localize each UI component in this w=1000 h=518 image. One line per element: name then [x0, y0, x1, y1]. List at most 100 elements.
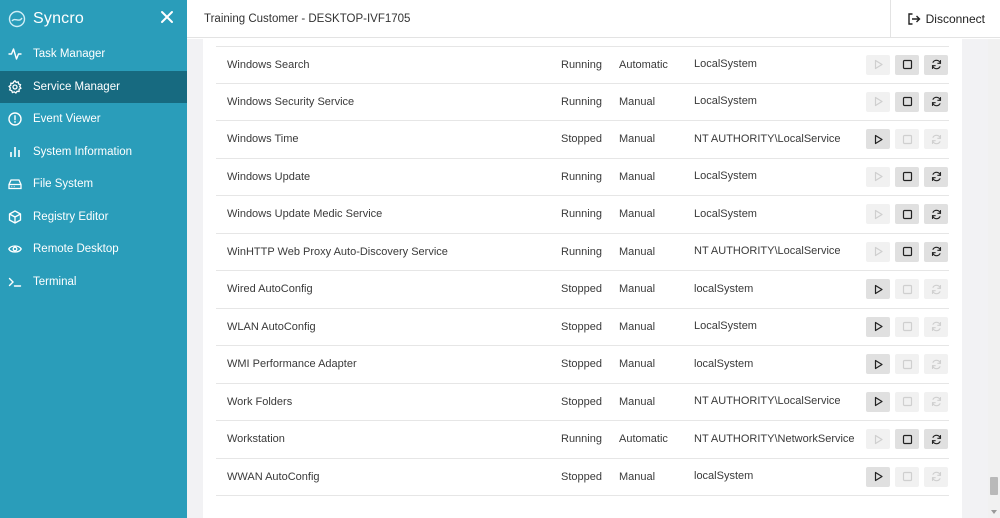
scrollbar[interactable]: [988, 39, 1000, 518]
sidebar-item-task-manager[interactable]: Task Manager: [0, 38, 187, 71]
scroll-down-arrow-icon[interactable]: [990, 508, 998, 516]
gear-icon: [7, 79, 23, 95]
service-startup-type: Automatic: [619, 433, 668, 446]
stop-service-button[interactable]: [895, 54, 919, 75]
scroll-thumb[interactable]: [990, 477, 998, 495]
close-icon[interactable]: [159, 9, 175, 25]
start-service-button[interactable]: [866, 316, 890, 337]
service-actions: [866, 354, 948, 375]
hard-drive-icon: [7, 176, 23, 192]
restart-service-button[interactable]: [924, 466, 948, 487]
restart-icon: [931, 359, 942, 370]
sidebar-item-terminal[interactable]: Terminal: [0, 266, 187, 299]
play-icon: [873, 396, 884, 407]
table-row: Wired AutoConfig Stopped Manual localSystem: [216, 271, 949, 309]
stop-icon: [902, 96, 913, 107]
restart-service-button[interactable]: [924, 54, 948, 75]
start-service-button[interactable]: [866, 204, 890, 225]
disconnect-button[interactable]: Disconnect: [889, 0, 1000, 38]
service-status: Stopped: [561, 283, 602, 296]
service-status: Running: [561, 170, 602, 183]
play-icon: [873, 209, 884, 220]
stop-icon: [902, 321, 913, 332]
service-logon-account: LocalSystem: [694, 95, 757, 107]
service-status: Stopped: [561, 395, 602, 408]
restart-service-button[interactable]: [924, 429, 948, 450]
start-service-button[interactable]: [866, 466, 890, 487]
stop-service-button[interactable]: [895, 241, 919, 262]
sidebar-item-remote-desktop[interactable]: Remote Desktop: [0, 233, 187, 266]
table-row: WinHTTP Web Proxy Auto-Discovery Service…: [216, 234, 949, 271]
service-actions: [866, 391, 948, 412]
start-service-button[interactable]: [866, 391, 890, 412]
stop-service-button[interactable]: [895, 129, 919, 150]
start-service-button[interactable]: [866, 91, 890, 112]
play-icon: [873, 471, 884, 482]
service-actions: [866, 166, 948, 187]
stop-service-button[interactable]: [895, 91, 919, 112]
play-icon: [873, 134, 884, 145]
restart-service-button[interactable]: [924, 204, 948, 225]
service-actions: [866, 466, 948, 487]
start-service-button[interactable]: [866, 279, 890, 300]
restart-service-button[interactable]: [924, 166, 948, 187]
start-service-button[interactable]: [866, 241, 890, 262]
start-service-button[interactable]: [866, 354, 890, 375]
sidebar-item-registry-editor[interactable]: Registry Editor: [0, 201, 187, 234]
service-name: Windows Time: [227, 133, 299, 146]
service-status: Running: [561, 208, 602, 221]
stop-icon: [902, 359, 913, 370]
stop-service-button[interactable]: [895, 391, 919, 412]
start-service-button[interactable]: [866, 129, 890, 150]
restart-service-button[interactable]: [924, 316, 948, 337]
start-service-button[interactable]: [866, 54, 890, 75]
table-row: Windows Update Running Manual LocalSystem: [216, 159, 949, 196]
sidebar-item-system-information[interactable]: System Information: [0, 136, 187, 169]
sidebar-item-service-manager[interactable]: Service Manager: [0, 70, 187, 103]
restart-service-button[interactable]: [924, 279, 948, 300]
disconnect-label: Disconnect: [925, 11, 985, 26]
table-row: WWAN AutoConfig Stopped Manual localSystem: [216, 459, 949, 496]
stop-service-button[interactable]: [895, 204, 919, 225]
stop-service-button[interactable]: [895, 316, 919, 337]
restart-service-button[interactable]: [924, 241, 948, 262]
stop-service-button[interactable]: [895, 429, 919, 450]
restart-service-button[interactable]: [924, 391, 948, 412]
restart-icon: [931, 96, 942, 107]
play-icon: [873, 59, 884, 70]
service-actions: [866, 279, 948, 300]
table-row: Windows Update Medic Service Running Manua…: [216, 196, 949, 234]
service-name: WLAN AutoConfig: [227, 320, 316, 333]
service-actions: [866, 429, 948, 450]
service-startup-type: Manual: [619, 133, 656, 146]
service-startup-type: Manual: [619, 170, 656, 183]
restart-service-button[interactable]: [924, 354, 948, 375]
brand: Syncro: [0, 0, 187, 38]
restart-service-button[interactable]: [924, 91, 948, 112]
restart-service-button[interactable]: [924, 129, 948, 150]
service-status: Running: [561, 245, 602, 258]
start-service-button[interactable]: [866, 429, 890, 450]
service-startup-type: Automatic: [619, 58, 668, 71]
table-row: Windows Time Stopped Manual NT AUTHORITY\Lo…: [216, 121, 949, 159]
play-icon: [873, 359, 884, 370]
alert-circle-icon: [7, 111, 23, 127]
play-icon: [873, 171, 884, 182]
cube-icon: [7, 209, 23, 225]
service-startup-type: Manual: [619, 283, 656, 296]
service-logon-account: LocalSystem: [694, 320, 757, 332]
sidebar-item-event-viewer[interactable]: Event Viewer: [0, 103, 187, 136]
service-startup-type: Manual: [619, 358, 656, 371]
stop-service-button[interactable]: [895, 466, 919, 487]
service-name: Windows Search: [227, 58, 310, 71]
start-service-button[interactable]: [866, 166, 890, 187]
service-startup-type: Manual: [619, 95, 656, 108]
service-status: Running: [561, 433, 602, 446]
stop-service-button[interactable]: [895, 279, 919, 300]
stop-service-button[interactable]: [895, 354, 919, 375]
service-startup-type: Manual: [619, 395, 656, 408]
stop-service-button[interactable]: [895, 166, 919, 187]
sidebar-item-label: Registry Editor: [33, 210, 109, 223]
service-name: WWAN AutoConfig: [227, 470, 320, 483]
sidebar-item-file-system[interactable]: File System: [0, 168, 187, 201]
